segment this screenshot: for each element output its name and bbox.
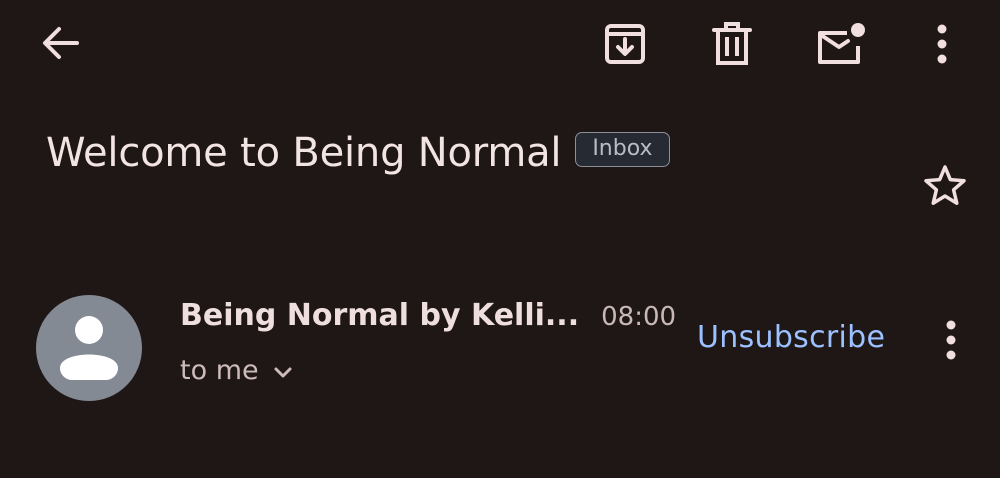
star-button[interactable] <box>918 158 972 212</box>
archive-icon <box>605 24 645 64</box>
more-vert-icon <box>937 24 947 64</box>
inbox-label-chip[interactable]: Inbox <box>575 131 670 167</box>
email-view-screen: Welcome to Being Normal Inbox Being Norm… <box>0 0 1000 478</box>
recipient-text: to me <box>180 355 259 386</box>
person-icon <box>60 316 118 380</box>
mail-unread-icon <box>818 23 865 64</box>
recipient-details-toggle[interactable]: to me <box>180 355 293 386</box>
arrow-left-icon <box>43 27 79 59</box>
subject-row: Welcome to Being Normal Inbox <box>46 130 670 176</box>
email-subject: Welcome to Being Normal <box>46 130 562 176</box>
mark-unread-button[interactable] <box>808 16 872 72</box>
sender-avatar[interactable] <box>36 295 142 401</box>
more-options-button[interactable] <box>920 16 964 72</box>
back-button[interactable] <box>30 18 90 68</box>
delete-button[interactable] <box>702 16 762 72</box>
chevron-down-icon <box>274 367 292 377</box>
sender-row: Being Normal by Kelli... 08:00 <box>180 298 676 333</box>
message-time: 08:00 <box>601 302 677 332</box>
sender-name[interactable]: Being Normal by Kelli... <box>180 298 579 333</box>
trash-icon <box>712 22 752 65</box>
more-vert-icon <box>946 320 956 360</box>
message-more-options-button[interactable] <box>930 312 972 368</box>
archive-button[interactable] <box>595 16 655 72</box>
unsubscribe-link[interactable]: Unsubscribe <box>697 320 885 355</box>
star-icon <box>924 165 966 205</box>
